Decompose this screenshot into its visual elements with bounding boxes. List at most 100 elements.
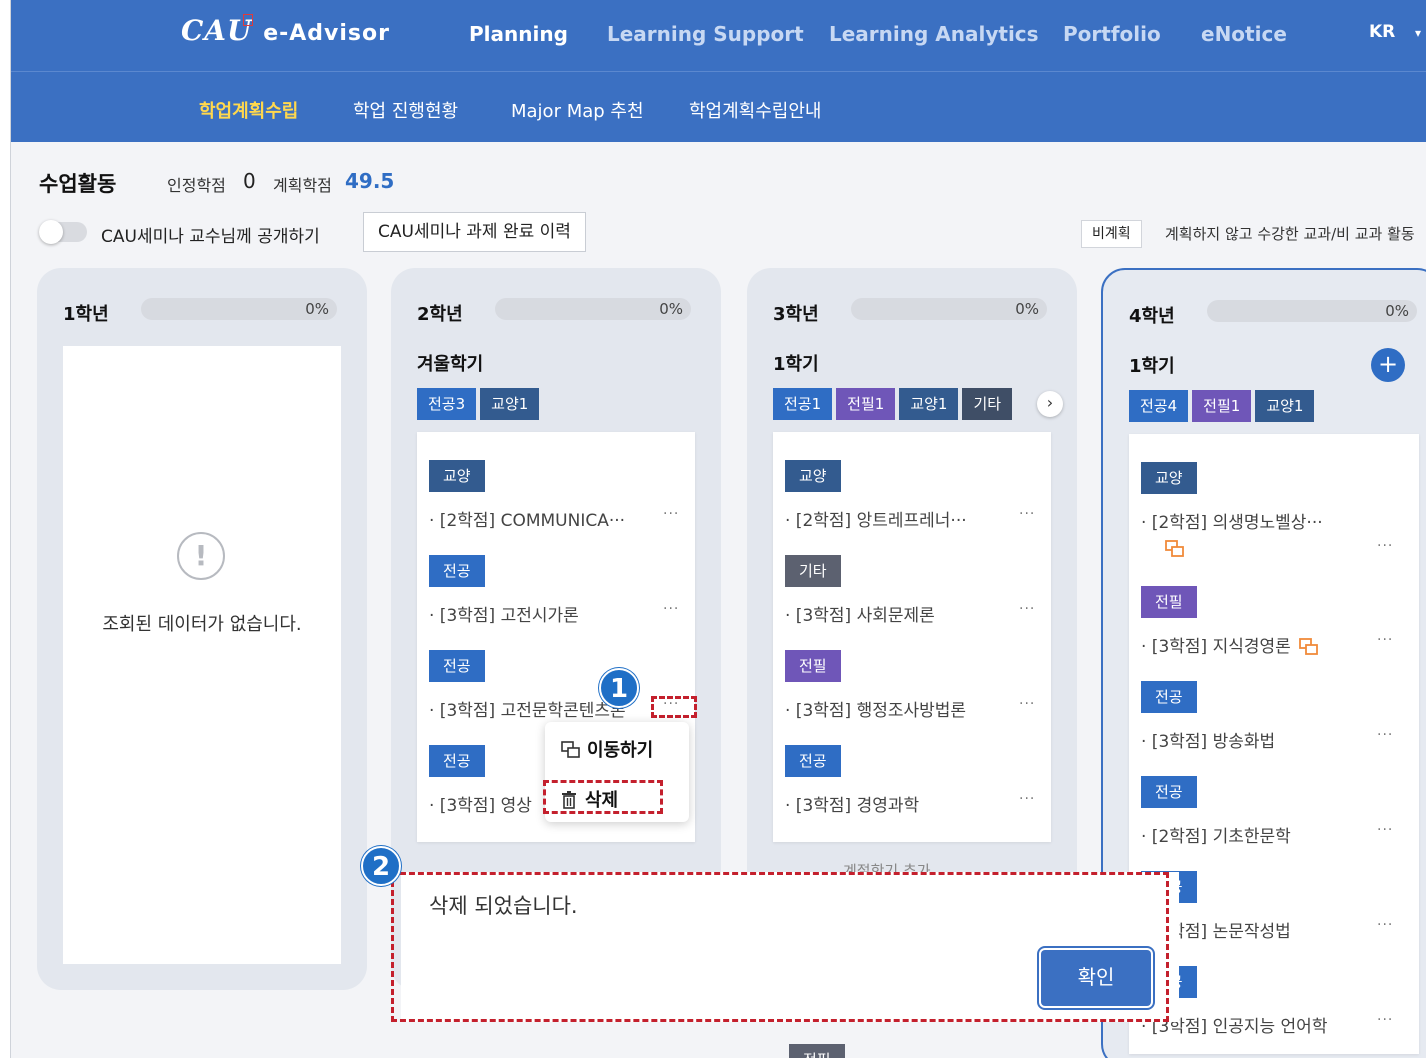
subnav-guide[interactable]: 학업계획수립안내 (689, 97, 821, 123)
empty-state: ! 조회된 데이터가 없습니다. (63, 346, 341, 964)
seminar-history-button[interactable]: CAU세미나 과제 완료 이력 (363, 212, 586, 252)
year-title: 2학년 (417, 304, 463, 325)
subnav-progress[interactable]: 학업 진행현황 (353, 97, 458, 123)
chip-major: 전공1 (773, 388, 833, 420)
nav-learning-analytics[interactable]: Learning Analytics (829, 22, 1039, 46)
course-tag: 전공 (429, 650, 485, 682)
course-tag: 전공 (1141, 776, 1197, 808)
delete-highlight (543, 780, 663, 814)
dialog-highlight (391, 872, 1169, 1022)
nav-portfolio[interactable]: Portfolio (1063, 22, 1161, 46)
course-name[interactable]: · [3학점] 사회문제론 (785, 601, 935, 626)
more-icon[interactable]: ··· (1377, 727, 1393, 743)
term-title: 1학기 (1129, 356, 1175, 377)
year-progress-bar: 0% (1207, 300, 1417, 322)
top-nav: CAU e-Advisor Planning Learning Support … (11, 0, 1426, 72)
subnav-plan[interactable]: 학업계획수립 (199, 97, 298, 123)
more-icon[interactable]: ··· (1019, 506, 1035, 522)
course-name-text: · [3학점] 지식경영론 (1141, 637, 1291, 657)
subnav-major-map[interactable]: Major Map 추천 (511, 97, 644, 123)
more-icon[interactable]: ··· (1019, 696, 1035, 712)
course-name[interactable]: · [2학점] 기초한문학 (1141, 822, 1291, 847)
year-title: 3학년 (773, 304, 819, 325)
nav-planning[interactable]: Planning (469, 22, 568, 46)
sub-nav: 학업계획수립 학업 진행현황 Major Map 추천 학업계획수립안내 (11, 72, 1426, 142)
course-tag: 교양 (785, 460, 841, 492)
chip-major: 전공4 (1129, 390, 1189, 422)
course-tag: 전필 (789, 1044, 845, 1058)
more-icon[interactable]: ··· (1377, 1012, 1393, 1028)
more-button-highlight (651, 696, 697, 718)
chip-general: 교양1 (480, 388, 540, 420)
course-name[interactable]: · [2학점] 의생명노벨상··· (1141, 508, 1323, 533)
step-badge-2: 2 (361, 846, 401, 886)
more-icon[interactable]: ··· (1377, 822, 1393, 838)
empty-message: 조회된 데이터가 없습니다. (102, 614, 302, 635)
course-name[interactable]: · [3학점] 방송화법 (1141, 727, 1275, 752)
course-name[interactable]: · [2학점] COMMUNICA··· (429, 506, 625, 531)
nav-learning-support[interactable]: Learning Support (607, 22, 804, 46)
course-name[interactable]: · [3학점] 경영과학 (785, 791, 919, 816)
unplanned-badge: 비계획 (1081, 220, 1142, 248)
chip-general: 교양1 (1255, 390, 1315, 422)
logo[interactable]: CAU e-Advisor (181, 14, 390, 47)
logo-main: CAU (181, 14, 253, 47)
progress-text: 0% (1385, 302, 1409, 320)
course-tag: 교양 (429, 460, 485, 492)
credit-chips: 전공3 교양1 (417, 388, 540, 420)
year-progress-bar: 0% (495, 298, 691, 320)
year-progress-bar: 0% (141, 298, 337, 320)
year-column-1: 1학년 0% ! 조회된 데이터가 없습니다. (37, 268, 367, 990)
nav-enotice[interactable]: eNotice (1201, 22, 1287, 46)
course-name[interactable]: · [3학점] 고전문학콘텐츠론 (429, 696, 626, 721)
more-icon[interactable]: ··· (663, 601, 679, 617)
course-name[interactable]: · [3학점] 지식경영론 (1141, 632, 1319, 657)
move-menu-item[interactable]: 이동하기 (561, 736, 653, 762)
more-icon[interactable]: ··· (1019, 601, 1035, 617)
earned-credit-value: 0 (243, 169, 256, 193)
earned-credit-label: 인정학점 (167, 176, 226, 195)
more-icon[interactable]: ··· (1019, 791, 1035, 807)
course-card: 교양 · [2학점] 앙트레프레너··· ··· 기타 · [3학점] 사회문제… (773, 432, 1051, 842)
course-tag: 전필 (785, 650, 841, 682)
unplanned-description: 계획하지 않고 수강한 교과/비 교과 활동 (1165, 225, 1415, 243)
course-name[interactable]: · [3학점] 행정조사방법론 (785, 696, 966, 721)
swap-icon (1165, 540, 1184, 557)
chip-etc: 기타 (962, 388, 1013, 420)
logo-sub: e-Advisor (263, 21, 390, 46)
more-icon[interactable]: ··· (1377, 917, 1393, 933)
exclamation-icon: ! (177, 532, 225, 580)
seminar-public-toggle[interactable] (39, 220, 87, 244)
chip-required: 전필1 (836, 388, 896, 420)
chip-general: 교양1 (899, 388, 959, 420)
chevron-down-icon[interactable]: ▾ (1415, 26, 1421, 40)
more-icon[interactable]: ··· (1377, 632, 1393, 648)
course-name[interactable]: · [3학점] 영상 (429, 791, 532, 816)
progress-text: 0% (659, 300, 683, 318)
credit-chips: 전공4 전필1 교양1 (1129, 390, 1315, 422)
logo-marker (243, 14, 253, 26)
toggle-label: CAU세미나 교수님께 공개하기 (101, 227, 320, 247)
more-icon[interactable]: ··· (1377, 538, 1393, 554)
course-tag: 전필 (1141, 586, 1197, 618)
add-course-button[interactable]: + (1371, 348, 1405, 382)
course-name[interactable]: · [3학점] 고전시가론 (429, 601, 579, 626)
progress-text: 0% (1015, 300, 1039, 318)
toggle-knob (39, 220, 63, 244)
year-title: 4학년 (1129, 306, 1175, 327)
step-badge-1: 1 (599, 668, 639, 708)
course-tag: 전공 (429, 745, 485, 777)
course-tag: 기타 (785, 555, 841, 587)
language-selector[interactable]: KR (1369, 22, 1395, 42)
chevron-right-icon[interactable]: › (1037, 391, 1063, 417)
term-title: 겨울학기 (417, 354, 484, 375)
more-icon[interactable]: ··· (663, 506, 679, 522)
course-tag: 전공 (785, 745, 841, 777)
credit-chips: 전공1 전필1 교양1 기타 (773, 388, 1031, 420)
course-name[interactable]: · [2학점] 앙트레프레너··· (785, 506, 967, 531)
page-title: 수업활동 (39, 172, 117, 196)
move-icon (561, 741, 580, 758)
progress-text: 0% (305, 300, 329, 318)
course-tag: 전공 (429, 555, 485, 587)
chip-required: 전필1 (1192, 390, 1252, 422)
